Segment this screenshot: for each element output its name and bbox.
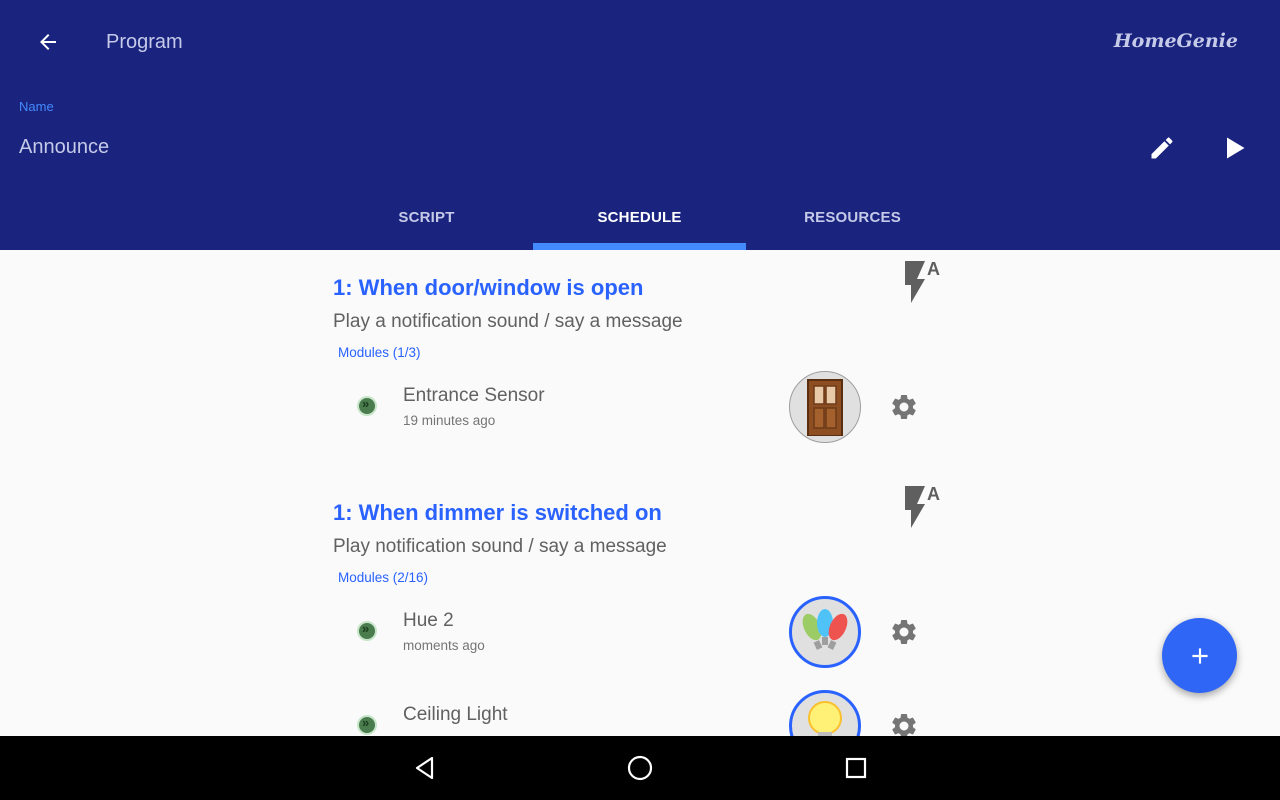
name-label: Name [19,99,54,114]
nav-home-button[interactable] [620,748,660,788]
module-avatar[interactable] [789,690,861,736]
nav-back-button[interactable] [405,748,445,788]
nav-recents-button[interactable] [836,748,876,788]
play-icon [1227,137,1245,159]
schedule-item: 1: When dimmer is switched on Play notif… [333,484,953,736]
schedule-description: Play a notification sound / say a messag… [333,311,683,332]
program-name: Announce [19,136,110,158]
square-recents-icon [845,757,867,779]
module-avatar[interactable] [789,596,861,668]
status-indicator [357,715,377,735]
tab-bar: SCRIPT SCHEDULE RESOURCES [320,190,960,250]
module-timestamp: moments ago [403,638,485,653]
status-indicator [357,396,377,416]
schedule-title[interactable]: 1: When dimmer is switched on [333,500,953,526]
flash-auto-icon[interactable]: A [901,259,947,305]
app-window: Program HomeGenie Name Announce SCRIPT S… [0,0,1280,800]
status-indicator [357,621,377,641]
tab-resources[interactable]: RESOURCES [746,190,959,250]
light-bulb-icon [808,701,842,736]
tab-schedule[interactable]: SCHEDULE [533,190,746,250]
module-row: Ceiling Light [333,690,933,736]
module-row: Entrance Sensor 19 minutes ago [333,371,933,451]
edit-button[interactable] [1140,126,1184,170]
app-bar: Program HomeGenie Name Announce SCRIPT S… [0,0,1280,250]
module-settings-button[interactable] [886,614,922,650]
module-avatar[interactable] [789,371,861,443]
schedule-list: 1: When door/window is open Play a notif… [0,250,1280,736]
tab-script[interactable]: SCRIPT [320,190,533,250]
module-settings-button[interactable] [886,708,922,736]
pencil-icon [1151,137,1173,159]
run-button[interactable] [1212,126,1256,170]
module-name: Ceiling Light [403,704,508,725]
gear-icon [892,619,916,644]
page-title: Program [106,31,183,53]
module-name: Entrance Sensor [403,385,545,406]
module-name: Hue 2 [403,610,454,631]
gear-icon [892,713,916,736]
gear-icon [892,394,916,419]
svg-text:A: A [927,259,940,279]
modules-link[interactable]: Modules (1/3) [338,345,421,360]
back-button[interactable] [26,20,70,64]
module-row: Hue 2 moments ago [333,596,933,676]
brand-logo: HomeGenie [1113,30,1238,52]
svg-text:A: A [927,484,940,504]
circle-home-icon [627,755,653,781]
module-timestamp: 19 minutes ago [403,413,496,428]
schedule-title[interactable]: 1: When door/window is open [333,275,953,301]
plus-icon [1191,647,1208,664]
arrow-back-icon [40,34,56,50]
flash-auto-icon[interactable]: A [901,484,947,530]
system-nav-bar [0,736,1280,800]
colored-bulbs-icon [802,609,848,650]
module-settings-button[interactable] [886,389,922,425]
door-icon [807,379,843,436]
schedule-item: 1: When door/window is open Play a notif… [333,259,953,443]
modules-link[interactable]: Modules (2/16) [338,570,428,585]
triangle-back-icon [415,756,434,780]
add-schedule-button[interactable] [1162,618,1237,693]
schedule-description: Play notification sound / say a message [333,536,667,557]
